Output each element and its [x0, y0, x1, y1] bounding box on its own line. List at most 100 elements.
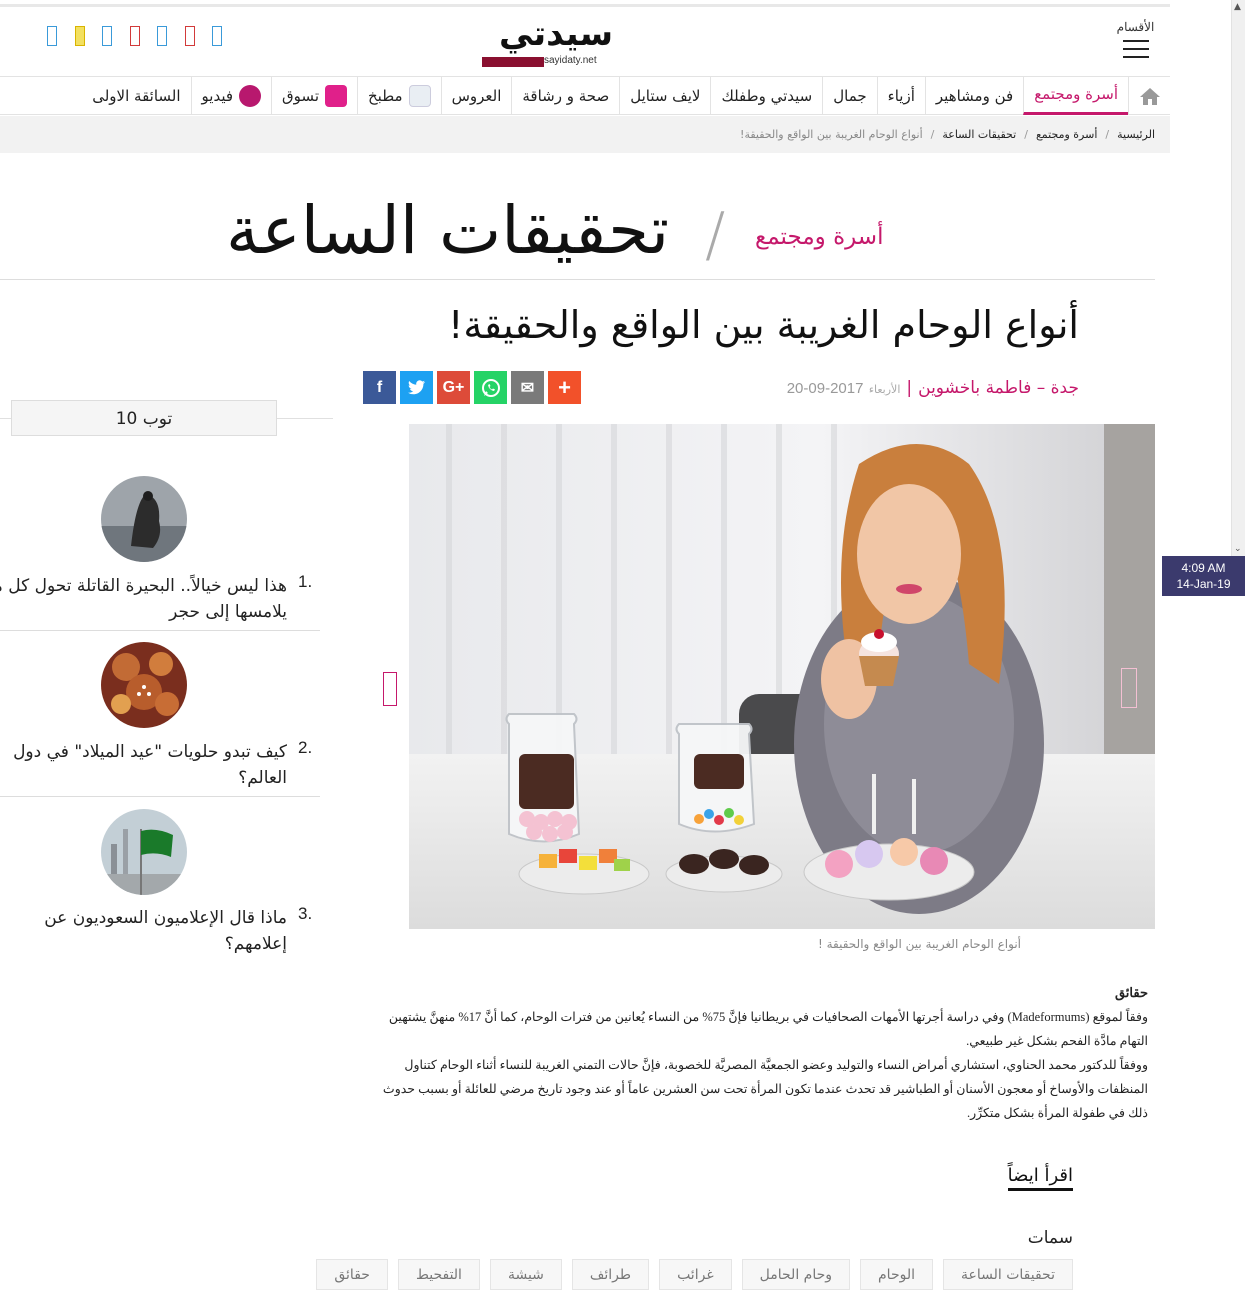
gallery-prev-tab[interactable] — [383, 672, 397, 706]
article-photo — [409, 424, 1155, 929]
shopping-bag-icon — [325, 84, 347, 107]
home-button[interactable] — [1128, 76, 1170, 115]
article-day: الأربعاء — [868, 383, 901, 396]
top10-headline[interactable]: كيف تبدو حلويات "عيد الميلاد" في دول الع… — [0, 739, 287, 791]
top10-thumbnail[interactable] — [101, 642, 187, 728]
sections-menu-button[interactable]: الأقسام — [1113, 20, 1158, 64]
nav-item-lifestyle[interactable]: لايف ستايل — [619, 76, 710, 115]
top10-title: توب 10 — [11, 400, 277, 436]
sections-menu-label: الأقسام — [1116, 20, 1155, 34]
top10-headline[interactable]: هذا ليس خيالاً.. البحيرة القاتلة تحول كل… — [0, 573, 287, 625]
clock-date: 14-Jan-19 — [1176, 577, 1231, 591]
channel-icon[interactable] — [129, 26, 140, 46]
article-body: حقائق وفقاً لموقع (Madeformums) وفي دراس… — [363, 981, 1148, 1125]
nav-item-label: سيدتي وطفلك — [721, 86, 813, 105]
logo-text: سيدتي — [498, 14, 615, 54]
nav-item-family-society[interactable]: أسرة ومجتمع — [1023, 76, 1128, 115]
taskbar-clock[interactable]: 4:09 AM 14-Jan-19 — [1162, 556, 1245, 596]
nav-item-label: العروس — [451, 86, 502, 105]
nav-item-label: أزياء — [887, 86, 915, 105]
facebook-icon: f — [376, 378, 383, 396]
google-plus-icon: G+ — [442, 378, 465, 396]
tag-item[interactable]: شيشة — [489, 1259, 562, 1290]
nav-item-kitchen[interactable]: مطبخ — [357, 76, 441, 115]
tag-item[interactable]: طرائف — [571, 1259, 650, 1290]
whatsapp-share-button[interactable] — [474, 371, 507, 404]
nav-item-shopping[interactable]: تسوق — [271, 76, 357, 115]
top10-divider — [0, 630, 320, 631]
article-author[interactable]: جدة – فاطمة باخشوين — [918, 378, 1079, 398]
nav-item-fashion[interactable]: أزياء — [876, 76, 925, 115]
logo-domain: sayidaty.net — [544, 55, 597, 66]
tags-list: تحقيقات الساعة الوحام وحام الحامل غرائب … — [316, 1259, 1073, 1290]
clock-time: 4:09 AM — [1181, 561, 1226, 575]
channel-icon[interactable] — [184, 26, 195, 46]
top10-headline-line: العالم؟ — [238, 768, 287, 788]
tag-item[interactable]: التفحيط — [397, 1259, 480, 1290]
top10-rank: 3. — [298, 904, 313, 923]
top10-headline-line: كيف تبدو حلويات "عيد الميلاد" في دول — [13, 742, 287, 762]
breadcrumb-category[interactable]: أسرة ومجتمع — [1036, 128, 1097, 141]
top10-thumbnail[interactable] — [101, 809, 187, 895]
hamburger-icon — [1122, 40, 1149, 58]
page-scrollbar[interactable]: ▲ ⌄ — [1231, 0, 1245, 556]
top10-headline[interactable]: ماذا قال الإعلاميون السعوديون عن إعلامهم… — [0, 905, 287, 957]
breadcrumb-current: أنواع الوحام الغريبة بين الواقع والحقيقة… — [740, 128, 923, 141]
top10-headline-line: يلامسها إلى حجر — [169, 602, 287, 622]
breadcrumb-home[interactable]: الرئيسية — [1117, 128, 1155, 141]
scroll-up-arrow-icon[interactable]: ▲ — [1234, 2, 1241, 12]
byline: جدة – فاطمة باخشوين|الأربعاء 2017-09-20 — [786, 378, 1079, 398]
twitter-icon — [407, 380, 425, 395]
top10-headline-line: إعلامهم؟ — [224, 934, 287, 954]
tag-item[interactable]: تحقيقات الساعة — [943, 1259, 1073, 1290]
nav-item-health[interactable]: صحة و رشاقة — [511, 76, 619, 115]
channel-icon[interactable] — [102, 26, 112, 46]
nav-item-label: السائقة الاولى — [92, 86, 181, 105]
nav-item-celebrities[interactable]: فن ومشاهير — [924, 76, 1023, 115]
channel-icon[interactable] — [47, 26, 57, 46]
photo-caption: أنواع الوحام الغريبة بين الواقع والحقيقة… — [817, 937, 1021, 951]
share-bar: f G+ ✉ + — [363, 371, 581, 404]
tag-item[interactable]: وحام الحامل — [741, 1259, 851, 1290]
top10-headline-line: هذا ليس خيالاً.. البحيرة القاتلة تحول كل… — [0, 576, 287, 596]
top10-thumbnail[interactable] — [101, 476, 187, 562]
google-plus-share-button[interactable]: G+ — [437, 371, 470, 404]
nav-item-label: تسوق — [282, 86, 319, 105]
facebook-share-button[interactable]: f — [363, 371, 396, 404]
site-logo[interactable]: سيدتي sayidaty.net — [476, 17, 636, 72]
nav-item-label: لايف ستايل — [630, 86, 701, 105]
breadcrumb-section[interactable]: تحقيقات الساعة — [942, 128, 1016, 141]
section-divider: / — [705, 200, 726, 270]
gallery-next-tab[interactable] — [1121, 668, 1137, 708]
tag-item[interactable]: الوحام — [860, 1259, 933, 1290]
nav-item-first-driver[interactable]: السائقة الاولى — [82, 77, 190, 115]
read-also-heading: اقرأ ايضاً — [1007, 1165, 1073, 1191]
nav-item-kids[interactable]: سيدتي وطفلك — [710, 76, 822, 115]
tags-heading: سمات — [1027, 1228, 1073, 1248]
tag-item[interactable]: غرائب — [659, 1259, 732, 1290]
channel-icon[interactable] — [212, 26, 222, 46]
main-nav: أسرة ومجتمع فن ومشاهير أزياء جمال سيدتي … — [0, 76, 1170, 115]
top-border — [0, 4, 1170, 7]
chef-hat-icon — [408, 84, 431, 107]
channel-icon[interactable] — [74, 26, 85, 46]
top10-headline-line: ماذا قال الإعلاميون السعوديون عن — [44, 908, 287, 928]
envelope-icon: ✉ — [520, 379, 535, 397]
tag-item[interactable]: حقائق — [316, 1259, 388, 1290]
more-share-button[interactable]: + — [548, 371, 581, 404]
nav-item-label: مطبخ — [368, 86, 403, 105]
nav-item-beauty[interactable]: جمال — [822, 76, 876, 115]
channel-icon[interactable] — [157, 26, 167, 46]
nav-item-video[interactable]: فيديو — [190, 76, 272, 115]
scroll-down-arrow-icon[interactable]: ⌄ — [1234, 544, 1242, 554]
section-rule — [0, 279, 1155, 280]
top10-rank: 1. — [298, 572, 313, 591]
twitter-share-button[interactable] — [400, 371, 433, 404]
section-category[interactable]: أسرة ومجتمع — [755, 224, 883, 250]
email-share-button[interactable]: ✉ — [511, 371, 544, 404]
home-icon — [1139, 87, 1160, 105]
nav-item-bride[interactable]: العروس — [440, 76, 512, 115]
article-paragraph: وفقاً لموقع (Madeformums) وفي دراسة أجرت… — [388, 1010, 1148, 1048]
nav-item-label: فيديو — [201, 86, 234, 105]
nav-item-label: صحة و رشاقة — [522, 86, 610, 105]
